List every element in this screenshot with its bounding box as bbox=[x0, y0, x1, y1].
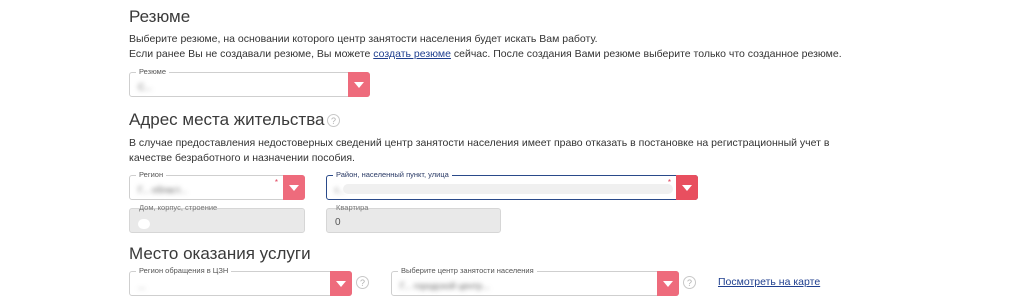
district-dropdown-button[interactable] bbox=[676, 175, 698, 200]
address-section-title: Адрес места жительства bbox=[129, 110, 325, 129]
chevron-down-icon bbox=[663, 280, 673, 287]
district-street-select[interactable]: Район, населенный пункт, улица г... * bbox=[326, 170, 698, 200]
resume-hint-text-before: Если ранее Вы не создавали резюме, Вы мо… bbox=[129, 48, 374, 60]
region-select-value: Г... област... bbox=[138, 185, 187, 195]
address-note-line1: В случае предоставления недостоверных св… bbox=[129, 137, 830, 149]
resume-section-title: Резюме bbox=[129, 7, 191, 26]
redacted-text bbox=[343, 184, 673, 194]
service-region-select[interactable]: Регион обращения в ЦЗН ... bbox=[129, 266, 352, 296]
apartment-field-label: Квартира bbox=[336, 203, 369, 212]
resume-create-hint: Если ранее Вы не создавали резюме, Вы мо… bbox=[129, 48, 842, 60]
resume-instruction: Выберите резюме, на основании которого ц… bbox=[129, 33, 598, 45]
service-region-label: Регион обращения в ЦЗН bbox=[136, 266, 232, 276]
house-field[interactable]: Дом, корпус, строение bbox=[129, 203, 305, 233]
employment-center-help-icon[interactable]: ? bbox=[683, 276, 696, 289]
required-mark: * bbox=[274, 178, 278, 187]
resume-hint-text-after: сейчас. После создания Вами резюме выбер… bbox=[450, 48, 842, 60]
district-street-label: Район, населенный пункт, улица bbox=[333, 170, 452, 180]
apartment-field-value: 0 bbox=[335, 217, 341, 228]
chevron-down-icon bbox=[354, 81, 364, 88]
region-select-label: Регион bbox=[136, 170, 167, 180]
employment-center-value: Г... городской центр... bbox=[400, 281, 490, 291]
resume-select-label: Резюме bbox=[136, 67, 169, 77]
employment-center-label: Выберите центр занятости населения bbox=[398, 266, 537, 276]
region-select[interactable]: Регион Г... област... * bbox=[129, 170, 305, 200]
address-help-icon[interactable]: ? bbox=[327, 114, 340, 127]
chevron-down-icon bbox=[336, 280, 346, 287]
region-dropdown-button[interactable] bbox=[283, 175, 305, 200]
resume-select-value: С... bbox=[138, 82, 153, 92]
employment-center-dropdown-button[interactable] bbox=[657, 271, 679, 296]
resume-select[interactable]: Резюме С... bbox=[129, 67, 370, 97]
service-section-title: Место оказания услуги bbox=[129, 244, 311, 263]
resume-dropdown-button[interactable] bbox=[348, 72, 370, 97]
address-note-line2: качестве безработного и назначении пособ… bbox=[129, 152, 355, 164]
chevron-down-icon bbox=[682, 184, 692, 191]
service-region-value: ... bbox=[138, 281, 146, 291]
create-resume-link[interactable]: создать резюме bbox=[373, 48, 451, 60]
house-field-label: Дом, корпус, строение bbox=[139, 203, 218, 212]
service-region-help-icon[interactable]: ? bbox=[356, 276, 369, 289]
required-mark: * bbox=[667, 178, 671, 187]
redacted-text bbox=[138, 219, 150, 229]
service-region-dropdown-button[interactable] bbox=[330, 271, 352, 296]
apartment-field[interactable]: Квартира 0 bbox=[326, 203, 501, 233]
chevron-down-icon bbox=[289, 184, 299, 191]
view-on-map-link[interactable]: Посмотреть на карте bbox=[718, 276, 820, 288]
employment-center-select[interactable]: Выберите центр занятости населения Г... … bbox=[391, 266, 679, 296]
